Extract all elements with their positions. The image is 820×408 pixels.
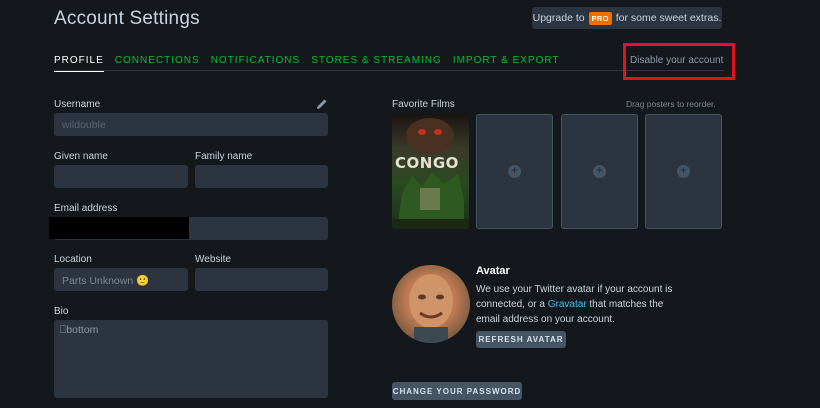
film-poster-congo[interactable]: CONGO xyxy=(392,114,469,229)
change-password-button[interactable]: CHANGE YOUR PASSWORD xyxy=(392,382,522,400)
avatar-description: We use your Twitter avatar if your accou… xyxy=(476,282,676,327)
empty-film-slot[interactable]: + xyxy=(645,114,722,229)
website-label: Website xyxy=(195,254,231,265)
empty-film-slot[interactable]: + xyxy=(561,114,638,229)
poster-title: CONGO xyxy=(395,154,459,172)
avatar-title: Avatar xyxy=(476,265,510,277)
drag-hint: Drag posters to reorder. xyxy=(626,99,716,109)
favorite-films-label: Favorite Films xyxy=(392,99,455,110)
website-field[interactable] xyxy=(195,268,328,291)
location-label: Location xyxy=(54,254,92,265)
family-name-label: Family name xyxy=(195,151,253,162)
username-field[interactable]: wildouble xyxy=(54,113,328,136)
location-field[interactable]: Parts Unknown 🙂 xyxy=(54,268,188,291)
highlight-annotation-box xyxy=(623,43,735,80)
email-redaction xyxy=(49,217,189,239)
pencil-icon[interactable] xyxy=(316,97,328,109)
gravatar-link[interactable]: Gravatar xyxy=(548,299,587,310)
username-label: Username xyxy=(54,99,101,110)
add-film-icon: + xyxy=(593,165,606,178)
given-name-field[interactable] xyxy=(54,165,188,188)
page-title: Account Settings xyxy=(54,8,200,29)
bio-label: Bio xyxy=(54,306,69,317)
add-film-icon: + xyxy=(508,165,521,178)
bio-textarea[interactable]: ⎕bottom xyxy=(54,320,328,398)
pro-badge: PRO xyxy=(588,11,612,25)
family-name-field[interactable] xyxy=(195,165,328,188)
upgrade-pro-banner[interactable]: Upgrade to PRO for some sweet extras. xyxy=(532,7,722,29)
add-film-icon: + xyxy=(677,165,690,178)
email-label: Email address xyxy=(54,203,118,214)
refresh-avatar-button[interactable]: REFRESH AVATAR xyxy=(476,331,566,348)
upgrade-prefix: Upgrade to xyxy=(532,12,585,24)
avatar xyxy=(392,265,470,343)
empty-film-slot[interactable]: + xyxy=(476,114,553,229)
upgrade-suffix: for some sweet extras. xyxy=(615,12,722,24)
given-name-label: Given name xyxy=(54,151,108,162)
